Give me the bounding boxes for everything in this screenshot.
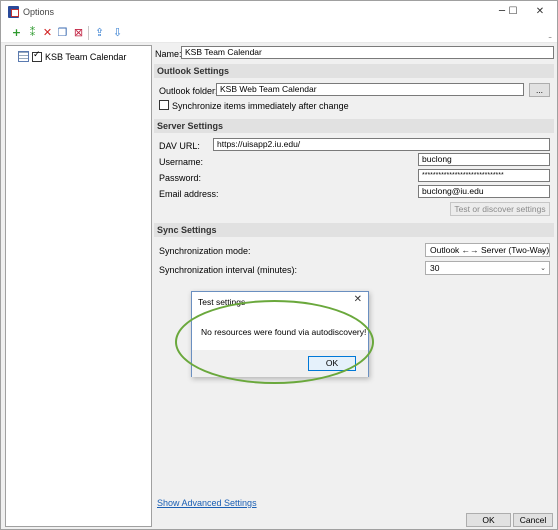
sync-settings-heading: Sync Settings — [154, 223, 554, 237]
app-icon — [8, 6, 19, 18]
profile-tree: KSB Team Calendar — [5, 45, 152, 527]
add-icon[interactable]: + — [10, 26, 23, 39]
window-title: Options — [23, 7, 55, 17]
server-settings-heading: Server Settings — [154, 119, 554, 133]
add-multiple-icon[interactable]: ⁑ — [26, 26, 39, 39]
test-settings-button[interactable]: Test or discover settings — [450, 202, 550, 216]
dav-url-label: DAV URL: — [159, 141, 200, 151]
outlook-folder-label: Outlook folder: — [159, 86, 218, 96]
tree-item-ksb-team-calendar[interactable]: KSB Team Calendar — [18, 50, 126, 63]
dav-url-input[interactable]: https://uisapp2.iu.edu/ — [213, 138, 550, 151]
calendar-icon — [18, 51, 29, 62]
sync-mode-select[interactable]: Outlook ←→ Server (Two-Way) ⌄ — [425, 243, 550, 257]
chevron-down-icon: ⌄ — [540, 264, 546, 272]
delete-multiple-icon[interactable]: ⊠ — [72, 26, 85, 39]
browse-folder-button[interactable]: ... — [529, 83, 550, 97]
close-button[interactable]: ✕ — [529, 4, 551, 20]
password-input[interactable]: ****************************** — [418, 169, 550, 182]
options-window: Options ─ ☐ ✕ + ⁑ ✕ ❐ ⊠ ⇪ ⇩ ⁼ KSB Team C… — [0, 0, 558, 530]
tree-item-checkbox[interactable] — [32, 50, 42, 62]
password-label: Password: — [159, 173, 202, 183]
export-icon[interactable]: ⇪ — [93, 26, 106, 39]
toolbar-grip-icon[interactable]: ⁼ — [548, 35, 552, 43]
toolbar-separator — [88, 26, 89, 40]
sync-interval-select[interactable]: 30 ⌄ — [425, 261, 550, 275]
email-address-label: Email address: — [159, 189, 219, 199]
outlook-folder-input[interactable]: KSB Web Team Calendar — [216, 83, 524, 96]
name-label: Name: — [155, 49, 182, 59]
chevron-down-icon: ⌄ — [540, 246, 546, 254]
sync-interval-value: 30 — [430, 263, 440, 273]
copy-icon[interactable]: ❐ — [56, 26, 69, 39]
tree-item-label: KSB Team Calendar — [45, 51, 127, 62]
maximize-button[interactable]: ☐ — [502, 4, 524, 20]
ok-button[interactable]: OK — [466, 513, 511, 527]
sync-interval-label: Synchronization interval (minutes): — [159, 265, 298, 275]
username-label: Username: — [159, 157, 204, 167]
sync-mode-value: Outlook ←→ Server (Two-Way) — [430, 245, 550, 255]
dialog-close-icon[interactable]: ✕ — [354, 294, 362, 305]
dialog-footer: OK — [192, 350, 368, 377]
email-address-input[interactable]: buclong@iu.edu — [418, 185, 550, 198]
delete-icon[interactable]: ✕ — [41, 26, 54, 39]
sync-immediately-label: Synchronize items immediately after chan… — [172, 101, 349, 111]
title-bar: Options ─ ☐ ✕ — [1, 1, 557, 23]
sync-immediately-checkbox[interactable] — [159, 100, 169, 110]
show-advanced-settings-link[interactable]: Show Advanced Settings — [157, 498, 257, 508]
cancel-button[interactable]: Cancel — [513, 513, 553, 527]
import-icon[interactable]: ⇩ — [111, 26, 124, 39]
sync-mode-label: Synchronization mode: — [159, 246, 251, 256]
dialog-message: No resources were found via autodiscover… — [201, 327, 367, 337]
test-settings-dialog: Test settings ✕ No resources were found … — [191, 291, 369, 377]
dialog-title: Test settings — [198, 297, 246, 307]
outlook-settings-heading: Outlook Settings — [154, 64, 554, 78]
toolbar: + ⁑ ✕ ❐ ⊠ ⇪ ⇩ ⁼ — [1, 23, 557, 43]
username-input[interactable]: buclong — [418, 153, 550, 166]
name-input[interactable]: KSB Team Calendar — [181, 46, 554, 59]
dialog-ok-button[interactable]: OK — [308, 356, 356, 371]
